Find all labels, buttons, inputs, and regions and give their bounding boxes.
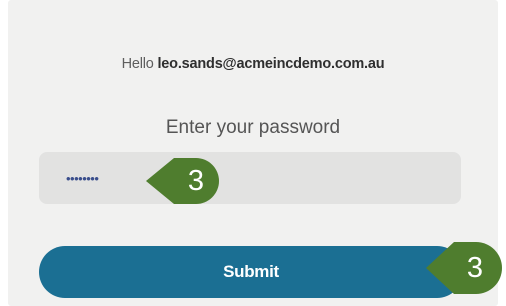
password-prompt: Enter your password (165, 117, 341, 138)
greeting-prefix: Hello (121, 56, 154, 72)
step-marker-number: 3 (466, 251, 484, 284)
account-email: leo.sands@acmeincdemo.com.au (157, 56, 385, 72)
password-masked-value: •••••••• (66, 170, 99, 186)
password-input[interactable]: •••••••• (39, 152, 461, 204)
step-marker-number: 3 (187, 164, 205, 197)
step-marker-password: 3 (144, 154, 224, 208)
submit-button-label: Submit (223, 262, 279, 281)
submit-button[interactable]: Submit (39, 246, 463, 298)
greeting-text: Hello leo.sands@acmeincdemo.com.au (0, 56, 506, 72)
step-marker-submit: 3 (424, 236, 504, 300)
